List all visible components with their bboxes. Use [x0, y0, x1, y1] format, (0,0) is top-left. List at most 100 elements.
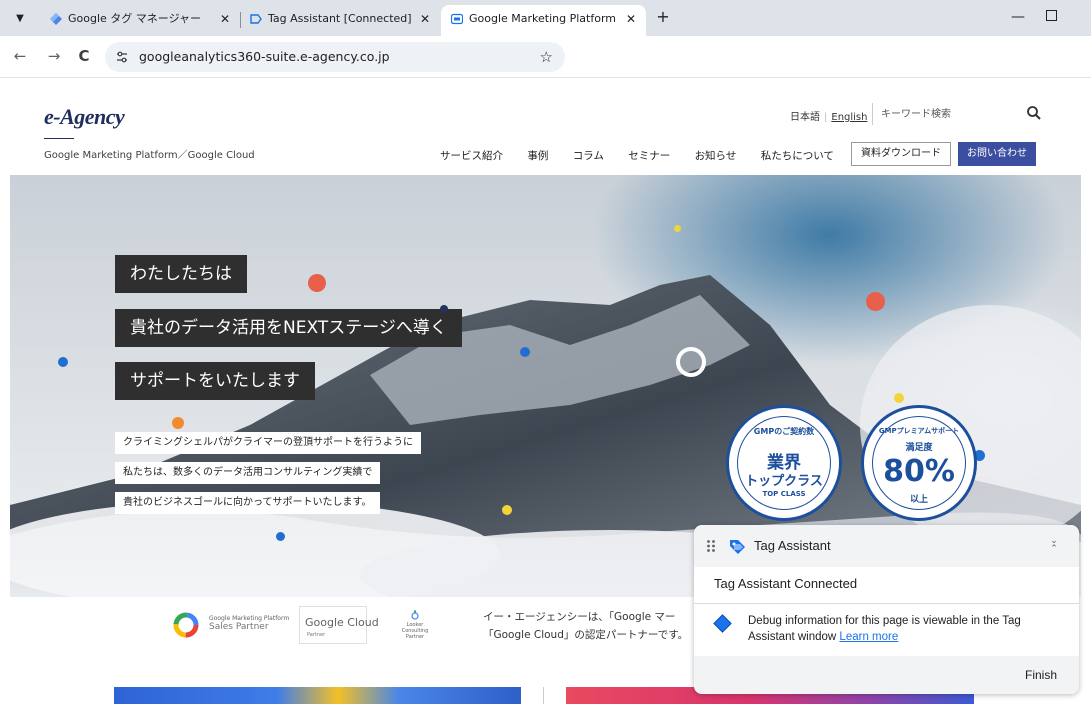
badge-top-text: GMPプレミアムサポート: [878, 427, 960, 435]
decor-dot: [866, 292, 885, 311]
google-cloud-text: Google Cloud: [305, 616, 379, 629]
bookmark-star-icon[interactable]: ☆: [540, 42, 553, 72]
badge-top-class: GMPのご契約数 業界 トップクラス TOP CLASS: [726, 405, 842, 521]
gmp-logo-icon: [173, 612, 199, 638]
site-settings-icon[interactable]: [115, 50, 129, 64]
tag-assistant-title: Tag Assistant: [754, 538, 831, 553]
browser-toolbar: ← → C googleanalytics360-suite.e-agency.…: [0, 36, 1091, 78]
gmp-partner-text: Google Marketing Platform Sales Partner: [209, 614, 289, 632]
chevron-collapse-icon[interactable]: ⌄ ⌃: [1047, 537, 1061, 555]
contact-button[interactable]: お問い合わせ: [958, 142, 1036, 166]
url-text[interactable]: googleanalytics360-suite.e-agency.co.jp: [139, 42, 390, 72]
tag-assistant-status: Tag Assistant Connected: [714, 576, 858, 591]
download-materials-button[interactable]: 資料ダウンロード: [851, 142, 951, 166]
learn-more-link[interactable]: Learn more: [839, 631, 898, 643]
site-search: [872, 103, 1044, 125]
site-tagline: Google Marketing Platform／Google Cloud: [44, 150, 255, 161]
global-nav: サービス紹介 事例 コラム セミナー お知らせ 私たちについて: [440, 148, 855, 163]
keyword-search-input[interactable]: [881, 103, 1021, 125]
tag-assistant-logo-icon: [730, 540, 745, 554]
maximize-button[interactable]: [1046, 10, 1057, 21]
tab-strip: ▼ Google タグ マネージャー ✕ Tag Assistant [Conn…: [0, 0, 1091, 36]
nav-seminar[interactable]: セミナー: [628, 150, 670, 162]
search-icon[interactable]: [1026, 105, 1042, 121]
looker-icon: [411, 610, 419, 620]
tab-title: Google Marketing Platform , Go: [469, 12, 620, 25]
decor-dot: [172, 417, 184, 429]
badge-big-text-2: トップクラス: [745, 474, 823, 489]
back-arrow-icon[interactable]: ←: [10, 46, 30, 66]
reload-icon[interactable]: C: [74, 46, 94, 66]
decor-dot: [440, 305, 448, 313]
partner-logos: Google Marketing Platform Sales Partner …: [165, 604, 445, 644]
lang-english-link[interactable]: English: [831, 112, 867, 123]
gtm-diamond-icon: [50, 13, 62, 25]
drag-handle-icon[interactable]: [706, 539, 716, 553]
new-tab-button[interactable]: +: [652, 6, 674, 28]
site-favicon-icon: [451, 13, 463, 25]
tab-title: Tag Assistant [Connected]: [268, 12, 412, 25]
tab-tag-assistant[interactable]: Tag Assistant [Connected] ✕: [240, 5, 440, 36]
content-divider: [543, 687, 544, 704]
tab-search-chevron-icon[interactable]: ▼: [9, 8, 31, 30]
lang-japanese-link[interactable]: 日本語: [790, 112, 820, 123]
badge-small-text: 以上: [909, 495, 928, 505]
site-header: e-Agency Google Marketing Platform／Googl…: [0, 78, 1091, 175]
badge-small-text: TOP CLASS: [762, 490, 806, 498]
tab-close-icon[interactable]: ✕: [624, 5, 638, 33]
tag-assistant-header: Tag Assistant ⌄ ⌃: [694, 525, 1079, 567]
badge-small-top-text: 満足度: [905, 443, 933, 453]
panel-divider: [694, 603, 1079, 604]
browser-window: ▼ Google タグ マネージャー ✕ Tag Assistant [Conn…: [0, 0, 1091, 704]
intro-line-1: イー・エージェンシーは、「Google マー: [483, 611, 676, 623]
logo-underline: [44, 138, 74, 139]
tab-close-icon[interactable]: ✕: [418, 5, 432, 33]
looker-text: Looker Consulting Partner: [401, 622, 429, 640]
tab-google-marketing-platform[interactable]: Google Marketing Platform , Go ✕: [441, 5, 646, 36]
debug-info-message: Debug information for this page is viewa…: [748, 613, 1058, 645]
nav-column[interactable]: コラム: [573, 150, 604, 162]
hero-sub-line-1: クライミングシェルパがクライマーの登頂サポートを行うように: [115, 432, 421, 454]
tag-assistant-tab-icon: [250, 14, 262, 24]
decor-dot: [520, 347, 530, 357]
tab-close-icon[interactable]: ✕: [218, 5, 232, 33]
looker-partner-logo: Looker Consulting Partner: [395, 610, 435, 640]
badge-top-text: GMPのご契約数: [753, 427, 815, 436]
hero-sub-line-3: 貴社のビジネスゴールに向かってサポートいたします。: [115, 492, 380, 514]
decor-dot: [276, 532, 285, 541]
tab-title: Google タグ マネージャー: [68, 12, 202, 25]
content-thumbnail-1[interactable]: [114, 687, 521, 704]
minimize-button[interactable]: —: [1006, 6, 1030, 28]
decor-dot: [308, 274, 326, 292]
google-cloud-sub: Partner: [307, 632, 326, 638]
decor-ring: [676, 347, 706, 377]
hero-sub-line-2: 私たちは、数多くのデータ活用コンサルティング実績で: [115, 462, 381, 484]
hero-catch-line-3: サポートをいたします: [115, 362, 315, 400]
tag-assistant-footer: Finish: [694, 656, 1079, 694]
nav-news[interactable]: お知らせ: [695, 150, 737, 162]
info-diamond-icon: [713, 614, 732, 633]
gmp-line-2: Sales Partner: [209, 622, 269, 632]
decor-dot: [674, 225, 681, 232]
decor-dot: [502, 505, 512, 515]
decor-dot: [58, 357, 68, 367]
nav-services[interactable]: サービス紹介: [440, 150, 503, 162]
nav-about[interactable]: 私たちについて: [761, 150, 834, 162]
hero-catch-line-1: わたしたちは: [115, 255, 247, 293]
google-cloud-partner-logo: Google Cloud Partner: [299, 606, 379, 644]
address-bar[interactable]: googleanalytics360-suite.e-agency.co.jp …: [105, 42, 565, 72]
tag-assistant-panel: Tag Assistant ⌄ ⌃ Tag Assistant Connected…: [694, 525, 1079, 694]
intro-text: イー・エージェンシーは、「Google マー 「Google Cloud」の認定…: [483, 608, 688, 644]
lang-separator: |: [824, 112, 828, 123]
nav-cases[interactable]: 事例: [527, 150, 548, 162]
hero-catch-line-2: 貴社のデータ活用をNEXTステージへ導く: [115, 309, 462, 347]
badge-percent-text: 80%: [883, 454, 955, 489]
forward-arrow-icon[interactable]: →: [44, 46, 64, 66]
tab-google-tag-manager[interactable]: Google タグ マネージャー ✕: [40, 5, 240, 36]
decor-dot: [894, 393, 904, 403]
e-agency-logo[interactable]: e-Agency: [44, 104, 125, 130]
intro-line-2: 「Google Cloud」の認定パートナーです。: [483, 629, 689, 641]
language-switcher: 日本語 | English: [790, 108, 867, 123]
badge-satisfaction: GMPプレミアムサポート 満足度 80% 以上: [861, 405, 977, 521]
finish-button[interactable]: Finish: [1025, 656, 1057, 694]
